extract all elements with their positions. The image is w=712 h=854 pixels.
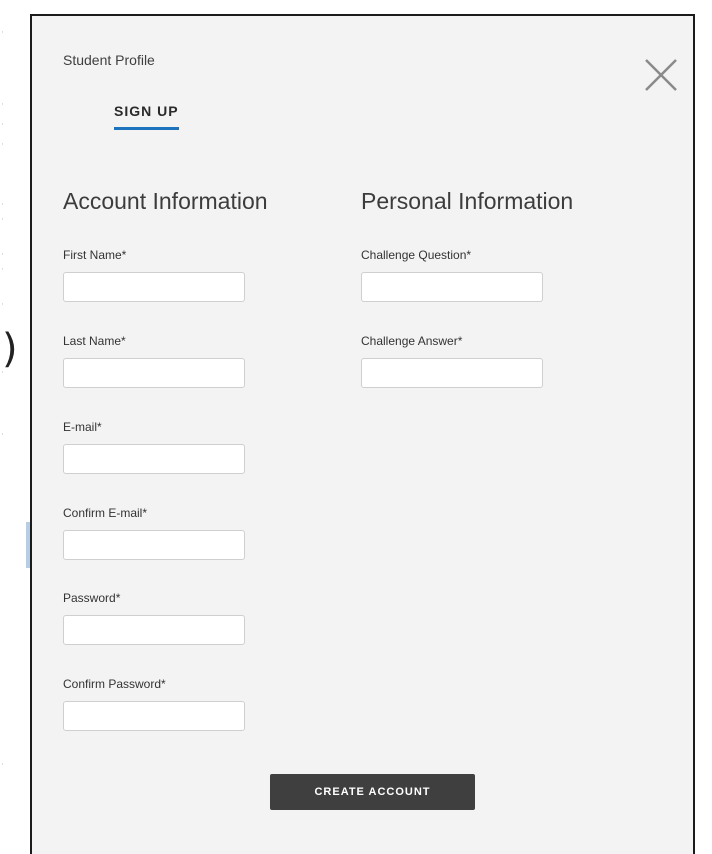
challenge-answer-input[interactable] <box>361 358 543 388</box>
backdrop-paren-glyph: ) <box>2 326 18 372</box>
backdrop-text-fragment: · <box>1 100 4 110</box>
personal-information-heading: Personal Information <box>361 188 574 214</box>
confirm-password-input[interactable] <box>63 701 245 731</box>
backdrop-text-fragment: · <box>1 120 4 130</box>
tab-sign-up[interactable]: SIGN UP <box>114 103 179 130</box>
email-input[interactable] <box>63 444 245 474</box>
backdrop-text-fragment: · <box>1 760 4 770</box>
student-profile-modal: Student Profile SIGN UP Account Informat… <box>30 14 695 854</box>
first-name-input[interactable] <box>63 272 245 302</box>
challenge-question-input[interactable] <box>361 272 543 302</box>
close-button[interactable] <box>642 56 680 94</box>
backdrop-text-fragment: · <box>1 250 4 260</box>
last-name-label: Last Name* <box>63 334 126 348</box>
backdrop-text-fragment: · <box>1 430 4 440</box>
challenge-answer-label: Challenge Answer* <box>361 334 463 348</box>
backdrop-text-fragment: · <box>1 200 4 210</box>
account-information-heading: Account Information <box>63 188 268 214</box>
modal-title: Student Profile <box>63 52 155 68</box>
backdrop-text-fragment: · <box>1 140 4 150</box>
confirm-email-input[interactable] <box>63 530 245 560</box>
first-name-label: First Name* <box>63 248 127 262</box>
backdrop-text-fragment: · <box>1 300 4 310</box>
email-label: E-mail* <box>63 420 102 434</box>
confirm-password-label: Confirm Password* <box>63 677 166 691</box>
close-icon <box>645 59 677 91</box>
backdrop-text-fragment: · <box>1 215 4 225</box>
last-name-input[interactable] <box>63 358 245 388</box>
create-account-button[interactable]: CREATE ACCOUNT <box>270 774 475 810</box>
backdrop-text-fragment: · <box>1 265 4 275</box>
challenge-question-label: Challenge Question* <box>361 248 472 262</box>
backdrop-text-fragment: · <box>1 28 4 38</box>
password-label: Password* <box>63 591 121 605</box>
password-input[interactable] <box>63 615 245 645</box>
confirm-email-label: Confirm E-mail* <box>63 506 148 520</box>
